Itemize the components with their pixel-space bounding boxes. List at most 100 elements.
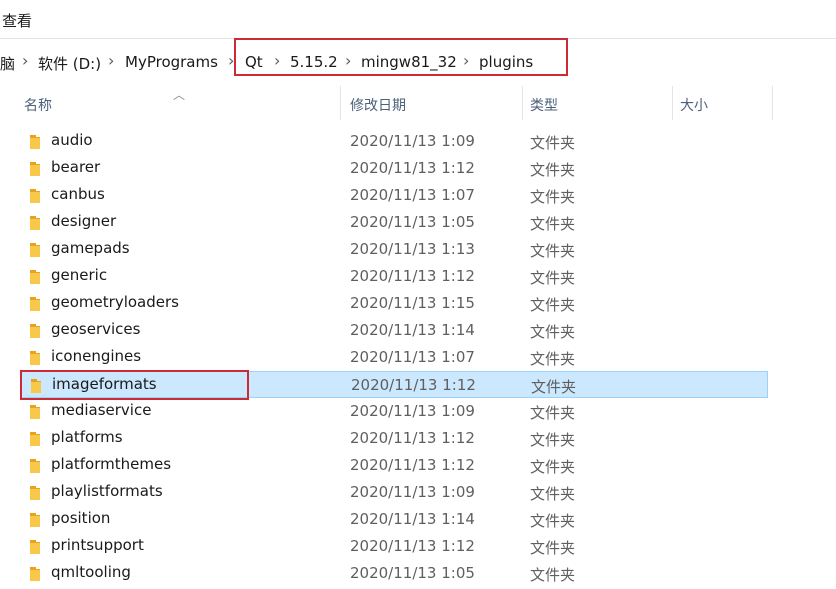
file-modified-date: 2020/11/13 1:15 (350, 294, 475, 312)
file-modified-date: 2020/11/13 1:12 (350, 537, 475, 555)
folder-icon (30, 432, 40, 446)
file-row[interactable]: geoservices 2020/11/13 1:14 文件夹 (20, 317, 768, 344)
file-row[interactable]: gamepads 2020/11/13 1:13 文件夹 (20, 236, 768, 263)
file-modified-date: 2020/11/13 1:09 (350, 402, 475, 420)
file-modified-date: 2020/11/13 1:05 (350, 564, 475, 582)
file-modified-date: 2020/11/13 1:14 (350, 510, 475, 528)
column-header-size[interactable]: 大小 (680, 95, 708, 115)
file-row[interactable]: generic 2020/11/13 1:12 文件夹 (20, 263, 768, 290)
column-header-modified[interactable]: 修改日期 (350, 95, 406, 115)
file-type: 文件夹 (530, 485, 576, 503)
file-row[interactable]: designer 2020/11/13 1:05 文件夹 (20, 209, 768, 236)
column-header-row: 名称 修改日期 类型 大小 (0, 84, 836, 122)
file-type: 文件夹 (530, 431, 576, 449)
column-divider[interactable] (340, 86, 341, 120)
file-modified-date: 2020/11/13 1:12 (350, 456, 475, 474)
folder-icon (30, 567, 40, 581)
folder-icon (30, 189, 40, 203)
file-name[interactable]: position (51, 509, 110, 527)
file-row[interactable]: canbus 2020/11/13 1:07 文件夹 (20, 182, 768, 209)
file-row[interactable]: bearer 2020/11/13 1:12 文件夹 (20, 155, 768, 182)
file-type: 文件夹 (531, 378, 577, 396)
file-type: 文件夹 (530, 512, 576, 530)
menu-item-view[interactable]: 查看 (2, 10, 32, 31)
file-row[interactable]: printsupport 2020/11/13 1:12 文件夹 (20, 533, 768, 560)
file-name[interactable]: geoservices (51, 320, 140, 338)
menu-bar: 查看 (0, 0, 836, 39)
file-row[interactable]: iconengines 2020/11/13 1:07 文件夹 (20, 344, 768, 371)
file-type: 文件夹 (530, 323, 576, 341)
folder-icon (30, 270, 40, 284)
file-modified-date: 2020/11/13 1:12 (351, 376, 476, 394)
file-name[interactable]: audio (51, 131, 93, 149)
folder-icon (30, 351, 40, 365)
file-type: 文件夹 (530, 458, 576, 476)
column-header-type[interactable]: 类型 (530, 95, 558, 115)
column-divider[interactable] (672, 86, 673, 120)
breadcrumb-item-myprograms[interactable]: MyPrograms (125, 53, 218, 71)
breadcrumb-item-drive-d[interactable]: 软件 (D:) (38, 53, 101, 74)
file-name[interactable]: platformthemes (51, 455, 171, 473)
file-name[interactable]: bearer (51, 158, 100, 176)
file-row[interactable]: geometryloaders 2020/11/13 1:15 文件夹 (20, 290, 768, 317)
chevron-right-icon[interactable]: › (108, 51, 114, 70)
file-type: 文件夹 (530, 269, 576, 287)
file-row[interactable]: audio 2020/11/13 1:09 文件夹 (20, 128, 768, 155)
file-type: 文件夹 (530, 296, 576, 314)
file-modified-date: 2020/11/13 1:14 (350, 321, 475, 339)
file-name[interactable]: platforms (51, 428, 123, 446)
file-modified-date: 2020/11/13 1:12 (350, 267, 475, 285)
column-divider[interactable] (772, 86, 773, 120)
folder-icon (30, 513, 40, 527)
file-type: 文件夹 (530, 404, 576, 422)
folder-icon (30, 216, 40, 230)
folder-icon (30, 324, 40, 338)
file-type: 文件夹 (530, 350, 576, 368)
breadcrumb-highlight-annotation (234, 38, 568, 76)
file-name[interactable]: playlistformats (51, 482, 163, 500)
file-row[interactable]: platforms 2020/11/13 1:12 文件夹 (20, 425, 768, 452)
file-name[interactable]: designer (51, 212, 116, 230)
file-type: 文件夹 (530, 242, 576, 260)
file-name[interactable]: iconengines (51, 347, 141, 365)
file-row[interactable]: playlistformats 2020/11/13 1:09 文件夹 (20, 479, 768, 506)
file-modified-date: 2020/11/13 1:13 (350, 240, 475, 258)
folder-icon (30, 243, 40, 257)
file-row[interactable]: platformthemes 2020/11/13 1:12 文件夹 (20, 452, 768, 479)
breadcrumb-item-computer[interactable]: 脑 (0, 53, 15, 74)
file-row[interactable]: mediaservice 2020/11/13 1:09 文件夹 (20, 398, 768, 425)
file-name[interactable]: canbus (51, 185, 105, 203)
file-modified-date: 2020/11/13 1:12 (350, 429, 475, 447)
folder-icon (30, 540, 40, 554)
folder-icon (30, 459, 40, 473)
file-type: 文件夹 (530, 566, 576, 584)
file-modified-date: 2020/11/13 1:12 (350, 159, 475, 177)
file-name[interactable]: gamepads (51, 239, 130, 257)
folder-icon (30, 405, 40, 419)
file-explorer-window: 查看 脑 › 软件 (D:) › MyPrograms › Qt › 5.15.… (0, 0, 836, 589)
file-type: 文件夹 (530, 539, 576, 557)
file-name[interactable]: mediaservice (51, 401, 151, 419)
folder-icon (30, 135, 40, 149)
file-modified-date: 2020/11/13 1:07 (350, 186, 475, 204)
file-name[interactable]: qmltooling (51, 563, 131, 581)
folder-icon (30, 162, 40, 176)
file-row[interactable]: qmltooling 2020/11/13 1:05 文件夹 (20, 560, 768, 587)
file-modified-date: 2020/11/13 1:07 (350, 348, 475, 366)
column-divider[interactable] (522, 86, 523, 120)
file-modified-date: 2020/11/13 1:09 (350, 132, 475, 150)
folder-icon (30, 486, 40, 500)
file-modified-date: 2020/11/13 1:05 (350, 213, 475, 231)
file-type: 文件夹 (530, 188, 576, 206)
sort-ascending-icon: ︿ (173, 88, 186, 102)
column-header-name[interactable]: 名称 (24, 95, 52, 115)
file-type: 文件夹 (530, 215, 576, 233)
file-type: 文件夹 (530, 161, 576, 179)
file-type: 文件夹 (530, 134, 576, 152)
selected-file-highlight-annotation (20, 370, 249, 400)
file-name[interactable]: printsupport (51, 536, 144, 554)
file-row[interactable]: position 2020/11/13 1:14 文件夹 (20, 506, 768, 533)
chevron-right-icon[interactable]: › (22, 51, 28, 70)
file-name[interactable]: generic (51, 266, 107, 284)
file-name[interactable]: geometryloaders (51, 293, 179, 311)
